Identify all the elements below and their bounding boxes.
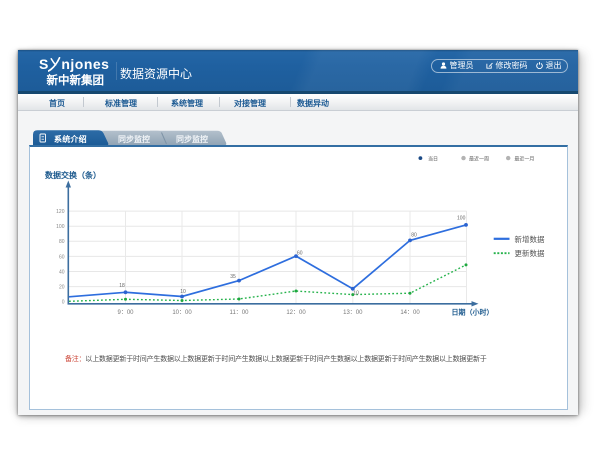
svg-text:新增数据: 新增数据 <box>515 234 545 244</box>
svg-text:20: 20 <box>59 285 65 291</box>
svg-text:当日: 当日 <box>428 155 438 162</box>
svg-text:10: 10 <box>353 291 359 297</box>
svg-text:35: 35 <box>230 274 236 280</box>
svg-text:12：00: 12：00 <box>286 310 306 316</box>
svg-text:14：00: 14：00 <box>400 310 420 316</box>
svg-text:11：00: 11：00 <box>230 310 250 316</box>
svg-text:最近一月: 最近一月 <box>514 155 534 162</box>
svg-text:60: 60 <box>59 254 65 260</box>
svg-text:60: 60 <box>297 250 303 256</box>
svg-text:18: 18 <box>119 283 125 289</box>
svg-text:120: 120 <box>56 209 65 215</box>
svg-text:10: 10 <box>180 289 186 295</box>
svg-text:0: 0 <box>62 300 65 306</box>
svg-text:80: 80 <box>59 239 65 245</box>
svg-text:更新数据: 更新数据 <box>515 248 545 258</box>
svg-text:100: 100 <box>457 215 466 221</box>
svg-text:日期（小时）: 日期（小时） <box>452 308 494 317</box>
svg-text:10：00: 10：00 <box>172 310 192 316</box>
svg-text:13：00: 13：00 <box>343 310 363 316</box>
svg-text:最近一周: 最近一周 <box>469 155 489 162</box>
svg-text:100: 100 <box>56 224 65 230</box>
svg-text:9：00: 9：00 <box>117 310 134 316</box>
svg-text:数据交换（条）: 数据交换（条） <box>45 170 101 180</box>
svg-text:40: 40 <box>59 269 65 275</box>
svg-text:80: 80 <box>411 233 417 239</box>
